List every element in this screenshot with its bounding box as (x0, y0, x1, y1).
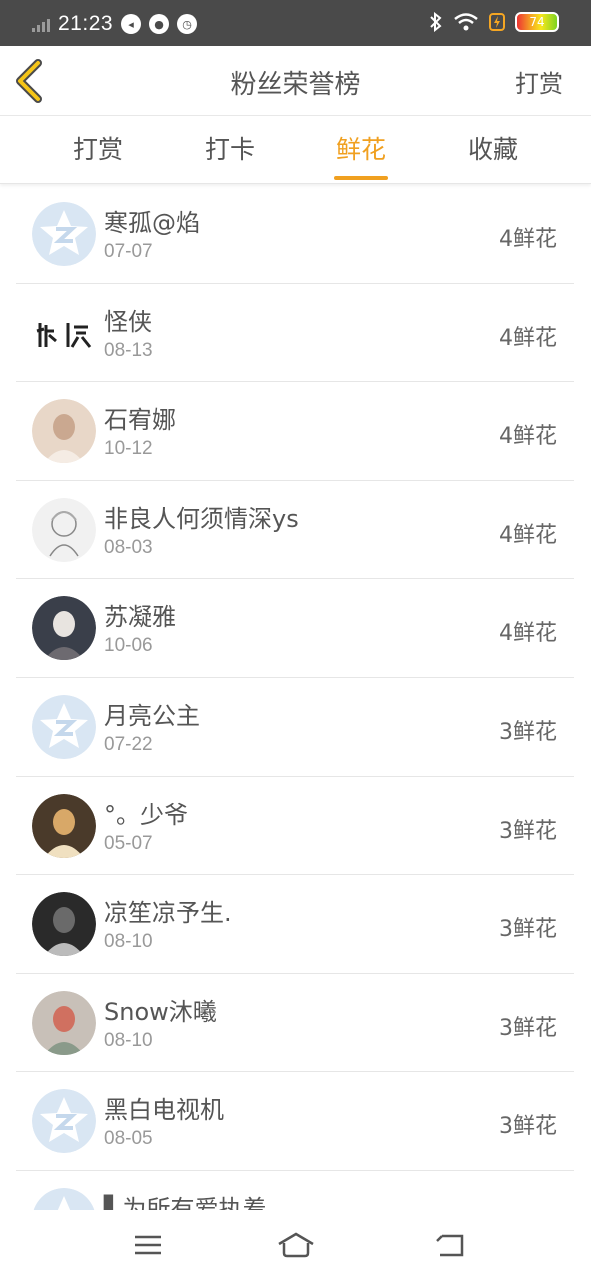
avatar[interactable] (32, 1089, 96, 1154)
default-avatar-icon (33, 1187, 95, 1210)
fan-name: Snow沐曦 (104, 997, 217, 1026)
flower-count: 4鲜花 (499, 522, 557, 548)
list-item[interactable]: Snow沐曦 08-10 3鲜花 (16, 974, 574, 1073)
flower-count: 3鲜花 (499, 818, 557, 844)
alarm-icon: ◷ (177, 14, 198, 34)
reward-button[interactable]: 打赏 (515, 64, 563, 99)
status-bar: 21:23 ◂ ● ◷ 74 (0, 0, 591, 46)
avatar[interactable] (32, 497, 96, 562)
fan-date: 08-03 (104, 536, 153, 558)
list-item[interactable]: 怪侠 08-13 4鲜花 (16, 284, 574, 383)
list-item[interactable]: ▌为所有爱执着…… (16, 1171, 574, 1210)
flower-count: 4鲜花 (499, 227, 557, 252)
tab-favorites[interactable]: 收藏 (433, 116, 553, 184)
fan-name: 苏凝雅 (104, 603, 176, 632)
flower-count: 3鲜花 (499, 719, 557, 745)
battery-level: 74 (529, 15, 545, 29)
avatar[interactable] (32, 694, 96, 759)
menu-icon[interactable] (128, 1228, 168, 1262)
avatar[interactable] (32, 399, 96, 464)
flower-count: 3鲜花 (499, 1015, 557, 1041)
fan-name: 非良人何须情深ys (104, 504, 299, 533)
fan-date: 08-10 (104, 931, 153, 953)
list-item[interactable]: 寒孤@焰 07-07 4鲜花 (16, 185, 574, 284)
fan-name: 月亮公主 (104, 701, 200, 730)
home-icon[interactable] (276, 1228, 316, 1262)
default-avatar-icon (32, 202, 96, 266)
signal-icon (32, 16, 50, 32)
fan-name: °。少爷 (104, 800, 188, 829)
photo-avatar-icon (32, 990, 96, 1055)
fan-name: 石宥娜 (104, 406, 176, 435)
fan-date: 07-22 (104, 733, 153, 755)
photo-avatar-icon (32, 793, 96, 858)
fan-name: ▌为所有爱执着… (104, 1194, 291, 1210)
fan-name: 黑白电视机 (104, 1096, 224, 1125)
default-avatar-icon (32, 694, 96, 759)
avatar[interactable] (32, 300, 96, 365)
default-avatar-icon (32, 1089, 96, 1154)
fan-date: 08-10 (104, 1029, 153, 1051)
flower-count: 3鲜花 (499, 1114, 557, 1140)
list-item[interactable]: 非良人何须情深ys 08-03 4鲜花 (16, 481, 574, 580)
fan-date: 10-12 (104, 438, 153, 460)
flower-count: 3鲜花 (499, 917, 557, 943)
fan-name: 寒孤@焰 (104, 209, 200, 237)
flower-count: 4鲜花 (499, 325, 557, 351)
header-bar: 粉丝荣誉榜 打赏 (0, 46, 591, 116)
sketch-avatar-icon (32, 497, 96, 562)
chat-notification-icon: ◂ (121, 14, 142, 34)
list-item[interactable]: 石宥娜 10-12 4鲜花 (16, 382, 574, 481)
photo-avatar-icon (32, 892, 96, 957)
tab-reward[interactable]: 打赏 (38, 116, 158, 184)
avatar[interactable] (32, 793, 96, 858)
fan-date: 10-06 (104, 635, 153, 657)
tab-bar: 打赏 打卡 鲜花 收藏 (0, 116, 591, 184)
list-item[interactable]: 苏凝雅 10-06 4鲜花 (16, 579, 574, 678)
back-icon[interactable] (430, 1228, 470, 1262)
avatar[interactable] (32, 990, 96, 1055)
fan-date: 08-13 (104, 339, 153, 361)
battery-icon: 74 (515, 12, 559, 32)
fan-date: 08-05 (104, 1128, 153, 1150)
list-item[interactable]: 凉笙凉予生. 08-10 3鲜花 (16, 875, 574, 974)
bluetooth-icon (430, 12, 442, 32)
wechat-icon: ● (149, 14, 170, 34)
fan-date: 05-07 (104, 832, 153, 854)
tab-checkin[interactable]: 打卡 (170, 116, 290, 184)
avatar[interactable] (32, 1187, 96, 1210)
wifi-icon (454, 13, 478, 31)
tab-flowers[interactable]: 鲜花 (301, 116, 421, 184)
avatar[interactable] (32, 892, 96, 957)
flower-count: 4鲜花 (499, 424, 557, 450)
system-nav-bar (0, 1210, 591, 1280)
charging-icon (489, 13, 505, 31)
status-time: 21:23 (58, 12, 114, 35)
avatar[interactable] (32, 596, 96, 661)
list-item[interactable]: °。少爷 05-07 3鲜花 (16, 777, 574, 876)
avatar[interactable] (32, 202, 96, 266)
fan-name: 凉笙凉予生. (104, 899, 232, 928)
photo-avatar-icon (32, 399, 96, 464)
photo-avatar-icon (32, 596, 96, 661)
fan-name: 怪侠 (104, 307, 152, 336)
page-title: 粉丝荣誉榜 (230, 70, 361, 100)
fan-date: 07-07 (104, 241, 153, 262)
calligraphy-avatar-icon (32, 300, 96, 365)
list-item[interactable]: 黑白电视机 08-05 3鲜花 (16, 1072, 574, 1171)
list-item[interactable]: 月亮公主 07-22 3鲜花 (16, 678, 574, 777)
flower-count: 4鲜花 (499, 621, 557, 647)
fan-ranking-list: 寒孤@焰 07-07 4鲜花 怪侠 08-13 4鲜花 石宥娜 10-12 4鲜花 非良人何须情深… (16, 185, 574, 1210)
